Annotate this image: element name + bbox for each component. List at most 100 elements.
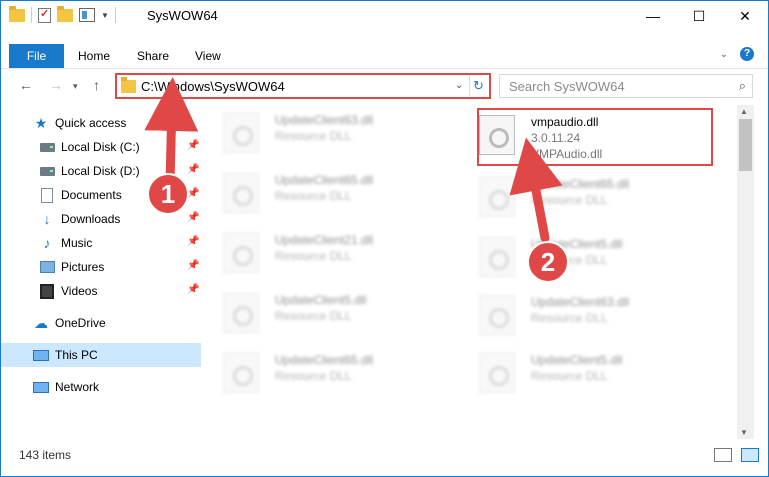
file-item[interactable]: UpdateClient5.dll Resource DLL <box>461 229 701 279</box>
file-item[interactable]: UpdateClient5.dll Resource DLL <box>461 345 701 395</box>
dll-file-icon <box>223 233 259 273</box>
file-item[interactable]: UpdateClient65.dll Resource DLL <box>205 165 445 215</box>
sidebar-item-quick-access[interactable]: ★ Quick access <box>1 111 201 135</box>
file-item[interactable]: UpdateClient65.dll Resource DLL <box>461 169 701 219</box>
address-bar[interactable]: C:\Windows\SysWOW64 ⌄ ↻ <box>115 73 491 99</box>
scroll-down-icon[interactable]: ▼ <box>740 428 748 437</box>
vertical-scrollbar[interactable]: ▲ ▼ <box>737 105 754 439</box>
maximize-button[interactable]: ☐ <box>676 1 722 31</box>
scrollbar-thumb[interactable] <box>739 119 752 171</box>
pin-icon[interactable]: 📌 <box>187 164 199 175</box>
quick-access-toolbar: ▼ <box>9 6 116 23</box>
sidebar-item-local-disk-c[interactable]: Local Disk (C:) 📌 <box>1 135 201 159</box>
sidebar-item-this-pc[interactable]: This PC <box>1 343 201 367</box>
tab-file[interactable]: File <box>9 44 64 68</box>
sidebar-item-label: Pictures <box>61 260 105 274</box>
refresh-icon[interactable]: ↻ <box>469 76 487 96</box>
file-type: Resource DLL <box>531 369 608 383</box>
dll-file-icon <box>479 237 515 277</box>
window-title: SysWOW64 <box>147 8 218 23</box>
file-name: UpdateClient63.dll <box>275 113 374 127</box>
properties-icon[interactable] <box>38 7 51 23</box>
address-history-icon[interactable]: ⌄ <box>455 80 463 91</box>
folder-icon <box>9 6 25 23</box>
back-arrow-icon[interactable]: ← <box>19 77 33 93</box>
sidebar-item-label: Local Disk (C:) <box>61 140 140 154</box>
sidebar-item-label: Documents <box>61 188 122 202</box>
toolbar-divider <box>31 7 32 23</box>
sidebar-item-label: Downloads <box>61 212 121 226</box>
dll-file-icon <box>479 295 515 335</box>
onedrive-icon: ☁ <box>34 314 48 331</box>
recent-locations-icon[interactable]: ▾ <box>73 81 78 92</box>
dll-file-icon <box>223 113 259 153</box>
sidebar-item-local-disk-d[interactable]: Local Disk (D:) 📌 <box>1 159 201 183</box>
expand-ribbon-icon[interactable]: ⌄ <box>720 49 728 60</box>
file-type: Resource DLL <box>275 189 352 203</box>
tab-share[interactable]: Share <box>137 44 169 68</box>
sidebar-item-label: This PC <box>55 348 98 362</box>
new-folder-icon[interactable] <box>57 6 73 23</box>
sidebar-item-network[interactable]: Network <box>1 375 201 399</box>
dll-file-icon <box>223 293 259 333</box>
pin-icon[interactable]: 📌 <box>187 260 199 271</box>
dll-file-icon <box>223 173 259 213</box>
status-bar: 143 items <box>1 441 768 476</box>
file-name: UpdateClient65.dll <box>531 177 630 191</box>
file-name: UpdateClient65.dll <box>275 173 374 187</box>
item-count: 143 items <box>19 448 72 462</box>
pin-icon[interactable]: 📌 <box>187 284 199 295</box>
help-icon[interactable]: ? <box>740 47 754 61</box>
file-type: Resource DLL <box>531 253 608 267</box>
file-item[interactable]: UpdateClient21.dll Resource DLL <box>205 225 445 275</box>
ribbon-controls: ⌄ ? <box>720 47 754 61</box>
file-list: UpdateClient63.dll Resource DLL UpdateCl… <box>205 105 737 439</box>
up-arrow-icon[interactable]: ↑ <box>93 77 100 93</box>
network-icon <box>33 379 49 395</box>
file-name: UpdateClient5.dll <box>531 353 623 367</box>
pin-icon[interactable]: 📌 <box>187 212 199 223</box>
customize-toolbar-icon[interactable]: ▼ <box>101 11 109 20</box>
file-name: UpdateClient5.dll <box>531 237 623 251</box>
layout-icon[interactable] <box>79 8 95 22</box>
address-path[interactable]: C:\Windows\SysWOW64 <box>141 79 285 94</box>
pin-icon[interactable]: 📌 <box>187 188 199 199</box>
sidebar-item-music[interactable]: ♪ Music 📌 <box>1 231 201 255</box>
minimize-button[interactable]: — <box>630 1 676 31</box>
close-button[interactable]: ✕ <box>722 1 768 31</box>
file-item[interactable]: UpdateClient63.dll Resource DLL <box>205 105 445 155</box>
tab-view[interactable]: View <box>195 44 221 68</box>
file-type: Resource DLL <box>275 249 352 263</box>
pin-icon[interactable]: 📌 <box>187 140 199 151</box>
sidebar-item-pictures[interactable]: Pictures 📌 <box>1 255 201 279</box>
sidebar-item-onedrive[interactable]: ☁ OneDrive <box>1 311 201 335</box>
documents-icon <box>39 187 55 203</box>
sidebar-item-documents[interactable]: Documents 📌 <box>1 183 201 207</box>
folder-icon <box>121 77 136 93</box>
file-item[interactable]: UpdateClient65.dll Resource DLL <box>205 345 445 395</box>
file-item[interactable]: UpdateClient63.dll Resource DLL <box>461 287 701 337</box>
download-icon: ↓ <box>43 211 51 227</box>
file-type: Resource DLL <box>531 193 608 207</box>
pin-icon[interactable]: 📌 <box>187 236 199 247</box>
sidebar-item-label: Quick access <box>55 116 127 130</box>
search-input[interactable]: Search SysWOW64 ⌕ <box>499 74 753 98</box>
file-type: Resource DLL <box>275 309 352 323</box>
ribbon: File Home Share View ⌄ ? <box>1 31 768 69</box>
scroll-up-icon[interactable]: ▲ <box>740 107 748 116</box>
forward-arrow-icon[interactable]: → <box>49 77 63 93</box>
drive-icon <box>39 163 55 179</box>
navigation-bar: ← → ▾ ↑ C:\Windows\SysWOW64 ⌄ ↻ Search S… <box>1 69 768 103</box>
music-icon: ♪ <box>43 235 51 251</box>
details-view-icon[interactable] <box>714 448 732 462</box>
file-type: Resource DLL <box>275 369 352 383</box>
sidebar-item-videos[interactable]: Videos 📌 <box>1 279 201 303</box>
file-item[interactable]: UpdateClient5.dll Resource DLL <box>205 285 445 335</box>
navigation-pane: ★ Quick access Local Disk (C:) 📌 Local D… <box>1 105 201 439</box>
sidebar-item-label: Music <box>61 236 93 250</box>
tiles-view-icon[interactable] <box>741 448 759 462</box>
dll-file-icon <box>479 353 515 393</box>
file-name: UpdateClient65.dll <box>275 353 374 367</box>
sidebar-item-downloads[interactable]: ↓ Downloads 📌 <box>1 207 201 231</box>
tab-home[interactable]: Home <box>78 44 110 68</box>
